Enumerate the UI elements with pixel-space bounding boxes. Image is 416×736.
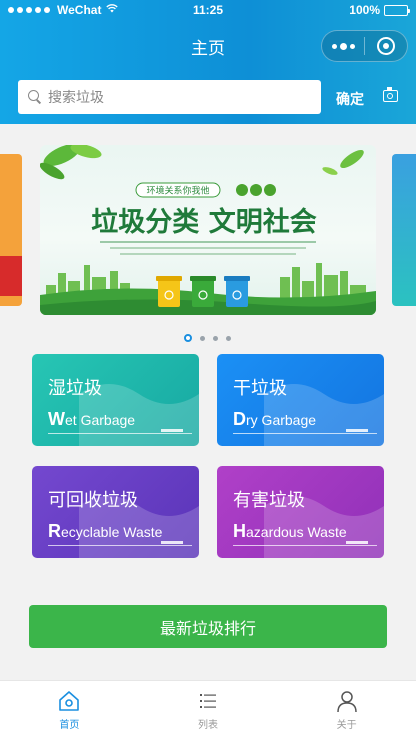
banner-pagination xyxy=(184,334,231,342)
card-underline xyxy=(233,545,377,546)
pagination-dot-active[interactable] xyxy=(184,334,192,342)
card-underline-accent xyxy=(346,541,368,544)
pagination-dot[interactable] xyxy=(200,335,205,341)
list-icon xyxy=(200,694,216,708)
search-confirm-button[interactable]: 确定 xyxy=(336,89,364,109)
more-dot-icon xyxy=(331,43,337,49)
tab-home[interactable]: 首页 xyxy=(0,681,139,736)
tab-label: 首页 xyxy=(59,720,80,731)
banner-prev-slide[interactable] xyxy=(0,154,22,306)
banner-slide[interactable]: 环境关系你我他 垃圾分类 文明社会 xyxy=(40,145,376,315)
card-underline xyxy=(233,433,377,434)
card-underline xyxy=(48,433,192,434)
category-en-label: Recyclable Waste xyxy=(48,521,163,541)
banner-slogan: 垃圾分类 文明社会 xyxy=(91,206,316,238)
more-menu-button[interactable] xyxy=(322,42,364,50)
search-icon xyxy=(28,90,42,104)
category-card-hazardous[interactable]: 有害垃圾 Hazardous Waste xyxy=(217,466,384,558)
tab-label: 关于 xyxy=(336,720,357,731)
category-cn-label: 湿垃圾 xyxy=(48,378,102,399)
search-input[interactable]: 搜索垃圾 xyxy=(18,80,321,114)
person-icon xyxy=(336,691,357,713)
camera-icon[interactable] xyxy=(383,87,398,102)
tab-bar: 首页 列表 关于 xyxy=(0,680,416,736)
more-dot-icon xyxy=(339,42,347,50)
latest-ranking-button[interactable]: 最新垃圾排行 xyxy=(29,605,387,648)
tab-about[interactable]: 关于 xyxy=(277,681,416,736)
miniprogram-capsule xyxy=(321,30,408,62)
tab-label: 列表 xyxy=(198,720,218,731)
category-cn-label: 有害垃圾 xyxy=(233,490,305,511)
pagination-dot[interactable] xyxy=(213,335,218,341)
card-underline xyxy=(48,545,192,546)
category-en-label: Hazardous Waste xyxy=(233,521,347,541)
category-card-recyclable[interactable]: 可回收垃圾 Recyclable Waste xyxy=(32,466,199,558)
close-icon xyxy=(377,37,395,55)
category-en-label: Wet Garbage xyxy=(48,409,136,429)
pagination-dot[interactable] xyxy=(226,335,231,341)
battery-icon xyxy=(384,4,410,16)
category-cn-label: 干垃圾 xyxy=(233,378,287,399)
close-miniprogram-button[interactable] xyxy=(365,37,407,55)
tab-list[interactable]: 列表 xyxy=(139,681,278,736)
card-underline-accent xyxy=(161,429,183,432)
category-card-dry[interactable]: 干垃圾 Dry Garbage xyxy=(217,354,384,446)
banner-next-slide[interactable] xyxy=(392,154,416,306)
category-en-label: Dry Garbage xyxy=(233,409,317,429)
category-card-wet[interactable]: 湿垃圾 Wet Garbage xyxy=(32,354,199,446)
battery-percent: 100% xyxy=(349,3,380,17)
card-underline-accent xyxy=(346,429,368,432)
category-cn-label: 可回收垃圾 xyxy=(48,490,138,511)
card-underline-accent xyxy=(161,541,183,544)
search-placeholder: 搜索垃圾 xyxy=(48,90,104,106)
banner-illustration: 环境关系你我他 垃圾分类 文明社会 xyxy=(40,145,376,315)
home-icon xyxy=(59,691,80,711)
status-bar: WeChat 11:25 100% xyxy=(0,0,416,22)
banner-badge: 环境关系你我他 xyxy=(146,185,209,197)
more-dot-icon xyxy=(349,43,355,49)
